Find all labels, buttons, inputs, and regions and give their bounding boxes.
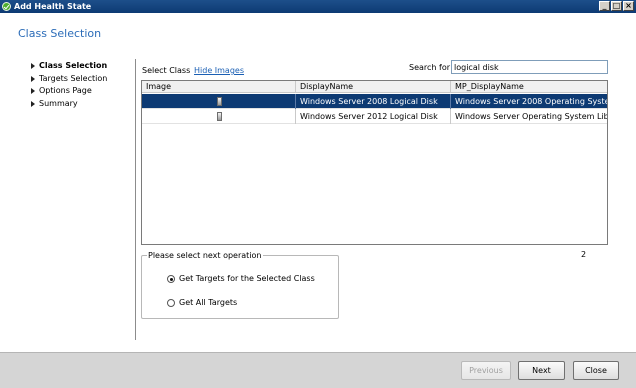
- select-class-label: Select Class: [142, 66, 191, 75]
- image-cell: [142, 94, 296, 109]
- minimize-button[interactable]: _: [599, 1, 610, 11]
- nav-item-options-page[interactable]: Options Page: [31, 85, 131, 98]
- maximize-button[interactable]: □: [611, 1, 622, 11]
- grid-header: Image DisplayName MP_DisplayName: [142, 81, 607, 93]
- mp-displayname-cell: Windows Server 2008 Operating Syste...: [455, 97, 607, 106]
- wizard-steps-nav: Class Selection Targets Selection Option…: [31, 60, 131, 110]
- class-grid[interactable]: Image DisplayName MP_DisplayName Windows…: [141, 80, 608, 245]
- window-titlebar: Add Health State _ □ ×: [0, 0, 636, 13]
- table-row[interactable]: Windows Server 2012 Logical Disk Windows…: [142, 109, 607, 124]
- triangle-right-icon: [31, 88, 35, 94]
- page-title: Class Selection: [18, 27, 102, 40]
- triangle-right-icon: [31, 63, 35, 69]
- result-count: 2: [581, 250, 587, 259]
- window-title: Add Health State: [14, 2, 92, 11]
- column-header-mp-displayname[interactable]: MP_DisplayName: [451, 81, 607, 93]
- radio-label: Get Targets for the Selected Class: [179, 274, 315, 283]
- operation-group-label: Please select next operation: [147, 251, 263, 260]
- mp-displayname-cell: Windows Server Operating System Lib...: [455, 112, 607, 121]
- vertical-divider: [135, 59, 136, 340]
- previous-button[interactable]: Previous: [461, 361, 511, 380]
- search-label: Search for: [409, 63, 451, 72]
- table-row[interactable]: Windows Server 2008 Logical Disk Windows…: [142, 94, 607, 109]
- column-header-displayname[interactable]: DisplayName: [296, 81, 451, 93]
- operation-groupbox: [141, 255, 339, 319]
- nav-item-label: Targets Selection: [39, 73, 108, 83]
- nav-item-label: Options Page: [39, 86, 92, 95]
- hide-images-link[interactable]: Hide Images: [194, 66, 244, 75]
- close-window-button[interactable]: ×: [623, 1, 634, 11]
- nav-item-label: Summary: [39, 98, 78, 108]
- search-input[interactable]: [451, 60, 608, 74]
- triangle-right-icon: [31, 100, 35, 107]
- triangle-right-icon: [31, 75, 35, 82]
- radio-label: Get All Targets: [179, 298, 238, 307]
- disk-icon: [217, 97, 222, 106]
- nav-item-label: Class Selection: [39, 61, 108, 70]
- image-cell: [142, 109, 296, 124]
- nav-item-summary[interactable]: Summary: [31, 98, 131, 111]
- radio-selected-icon[interactable]: [167, 275, 175, 283]
- nav-item-targets-selection[interactable]: Targets Selection: [31, 73, 131, 86]
- close-button[interactable]: Close: [573, 361, 619, 380]
- nav-item-class-selection[interactable]: Class Selection: [31, 60, 131, 73]
- next-button[interactable]: Next: [518, 361, 565, 380]
- health-state-check-icon: [2, 2, 11, 11]
- displayname-cell: Windows Server 2008 Logical Disk: [296, 94, 451, 109]
- disk-icon: [217, 112, 222, 121]
- displayname-cell: Windows Server 2012 Logical Disk: [296, 109, 451, 124]
- column-header-image[interactable]: Image: [142, 81, 296, 93]
- radio-unselected-icon[interactable]: [167, 299, 175, 307]
